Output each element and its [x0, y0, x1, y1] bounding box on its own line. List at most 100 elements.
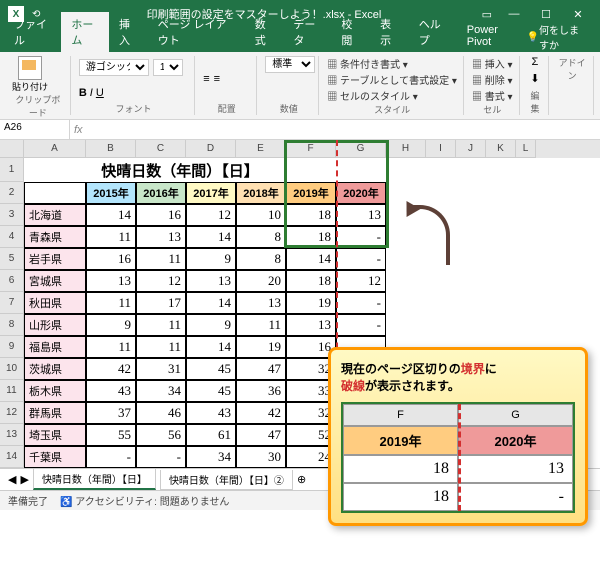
row-header-7[interactable]: 7 — [0, 292, 24, 314]
table-cell[interactable]: 9 — [86, 314, 136, 336]
header-2019[interactable]: 2019年 — [286, 182, 336, 204]
table-cell[interactable]: 34 — [186, 446, 236, 468]
table-cell[interactable]: 46 — [136, 402, 186, 424]
table-cell[interactable]: 18 — [286, 204, 336, 226]
header-2015[interactable]: 2015年 — [86, 182, 136, 204]
col-header-B[interactable]: B — [86, 140, 136, 158]
tab-data[interactable]: データ — [283, 12, 331, 52]
cell-styles-button[interactable]: ▦ セルのスタイル ▾ — [327, 88, 418, 103]
table-cell[interactable]: 30 — [236, 446, 286, 468]
table-cell[interactable]: - — [336, 226, 386, 248]
table-format-button[interactable]: ▦ テーブルとして書式設定 ▾ — [327, 72, 457, 87]
table-cell[interactable]: 19 — [286, 292, 336, 314]
tab-view[interactable]: 表示 — [370, 12, 409, 52]
table-cell[interactable]: - — [336, 248, 386, 270]
table-cell[interactable]: 9 — [186, 248, 236, 270]
table-row-label[interactable]: 北海道 — [24, 204, 86, 226]
table-cell[interactable]: 12 — [136, 270, 186, 292]
table-cell[interactable]: 43 — [86, 380, 136, 402]
table-cell[interactable]: 14 — [286, 248, 336, 270]
table-row-label[interactable]: 千葉県 — [24, 446, 86, 468]
col-header-E[interactable]: E — [236, 140, 286, 158]
row-header-4[interactable]: 4 — [0, 226, 24, 248]
table-cell[interactable]: 11 — [86, 292, 136, 314]
table-cell[interactable]: 36 — [236, 380, 286, 402]
table-cell[interactable]: 12 — [336, 270, 386, 292]
table-row-label[interactable]: 宮城県 — [24, 270, 86, 292]
tab-file[interactable]: ファイル — [4, 12, 61, 52]
italic-button[interactable]: I — [90, 87, 93, 99]
conditional-format-button[interactable]: ▦ 条件付き書式 ▾ — [327, 56, 408, 71]
row-header-12[interactable]: 12 — [0, 402, 24, 424]
table-cell[interactable]: 31 — [136, 358, 186, 380]
table-cell[interactable]: 16 — [86, 248, 136, 270]
table-cell[interactable]: 18 — [286, 270, 336, 292]
table-cell[interactable]: 11 — [136, 314, 186, 336]
table-cell[interactable]: 19 — [236, 336, 286, 358]
col-header-K[interactable]: K — [486, 140, 516, 158]
col-header-F[interactable]: F — [286, 140, 336, 158]
table-cell[interactable]: 16 — [136, 204, 186, 226]
table-cell[interactable]: 17 — [136, 292, 186, 314]
cell-A2[interactable] — [24, 182, 86, 204]
table-cell[interactable]: 47 — [236, 424, 286, 446]
align-left-icon[interactable]: ≡ — [203, 73, 209, 85]
col-header-I[interactable]: I — [426, 140, 456, 158]
table-row-label[interactable]: 山形県 — [24, 314, 86, 336]
row-header-10[interactable]: 10 — [0, 358, 24, 380]
row-header-1[interactable]: 1 — [0, 158, 24, 182]
header-2018[interactable]: 2018年 — [236, 182, 286, 204]
row-header-11[interactable]: 11 — [0, 380, 24, 402]
table-cell[interactable]: 13 — [136, 226, 186, 248]
formula-bar[interactable]: fx — [70, 120, 600, 139]
table-cell[interactable]: 61 — [186, 424, 236, 446]
table-row-label[interactable]: 岩手県 — [24, 248, 86, 270]
tab-home[interactable]: ホーム — [61, 12, 109, 52]
underline-button[interactable]: U — [96, 87, 104, 99]
tab-powerpivot[interactable]: Power Pivot — [457, 20, 527, 52]
close-button[interactable]: ✕ — [564, 4, 592, 24]
font-size-select[interactable]: 18 — [153, 59, 183, 76]
font-name-select[interactable]: 游ゴシック — [79, 59, 149, 76]
table-cell[interactable]: 45 — [186, 358, 236, 380]
table-cell[interactable]: - — [86, 446, 136, 468]
table-cell[interactable]: 14 — [186, 336, 236, 358]
table-cell[interactable]: 42 — [86, 358, 136, 380]
table-cell[interactable]: 13 — [186, 270, 236, 292]
table-row-label[interactable]: 栃木県 — [24, 380, 86, 402]
header-2017[interactable]: 2017年 — [186, 182, 236, 204]
bold-button[interactable]: B — [79, 87, 87, 99]
table-cell[interactable]: 14 — [186, 226, 236, 248]
table-cell[interactable]: - — [136, 446, 186, 468]
maximize-button[interactable]: ☐ — [532, 4, 560, 24]
table-row-label[interactable]: 埼玉県 — [24, 424, 86, 446]
table-cell[interactable]: 34 — [136, 380, 186, 402]
table-row-label[interactable]: 茨城県 — [24, 358, 86, 380]
table-cell[interactable]: 14 — [86, 204, 136, 226]
table-cell[interactable]: - — [336, 314, 386, 336]
table-row-label[interactable]: 福島県 — [24, 336, 86, 358]
sheet-tab-2[interactable]: 快晴日数（年間）【日】② — [160, 470, 293, 490]
table-cell[interactable]: 45 — [186, 380, 236, 402]
col-header-L[interactable]: L — [516, 140, 536, 158]
col-header-G[interactable]: G — [336, 140, 386, 158]
row-header-14[interactable]: 14 — [0, 446, 24, 468]
table-cell[interactable]: 8 — [236, 226, 286, 248]
insert-cells-button[interactable]: ▦ 挿入 ▾ — [472, 56, 513, 71]
sheet-tab-active[interactable]: 快晴日数（年間）【日】 — [33, 469, 156, 490]
sheet-nav-next[interactable]: ▶ — [20, 473, 28, 486]
table-cell[interactable]: 11 — [136, 336, 186, 358]
table-cell[interactable]: - — [336, 292, 386, 314]
fill-icon[interactable]: ⬇ — [530, 72, 539, 85]
col-header-J[interactable]: J — [456, 140, 486, 158]
tab-layout[interactable]: ページ レイアウト — [148, 12, 245, 52]
table-cell[interactable]: 9 — [186, 314, 236, 336]
table-cell[interactable]: 12 — [186, 204, 236, 226]
table-cell[interactable]: 11 — [236, 314, 286, 336]
table-row-label[interactable]: 青森県 — [24, 226, 86, 248]
delete-cells-button[interactable]: ▦ 削除 ▾ — [472, 72, 513, 87]
fx-icon[interactable]: fx — [74, 124, 83, 136]
paste-button[interactable]: 貼り付け — [12, 56, 48, 93]
table-row-label[interactable]: 秋田県 — [24, 292, 86, 314]
table-cell[interactable]: 8 — [236, 248, 286, 270]
